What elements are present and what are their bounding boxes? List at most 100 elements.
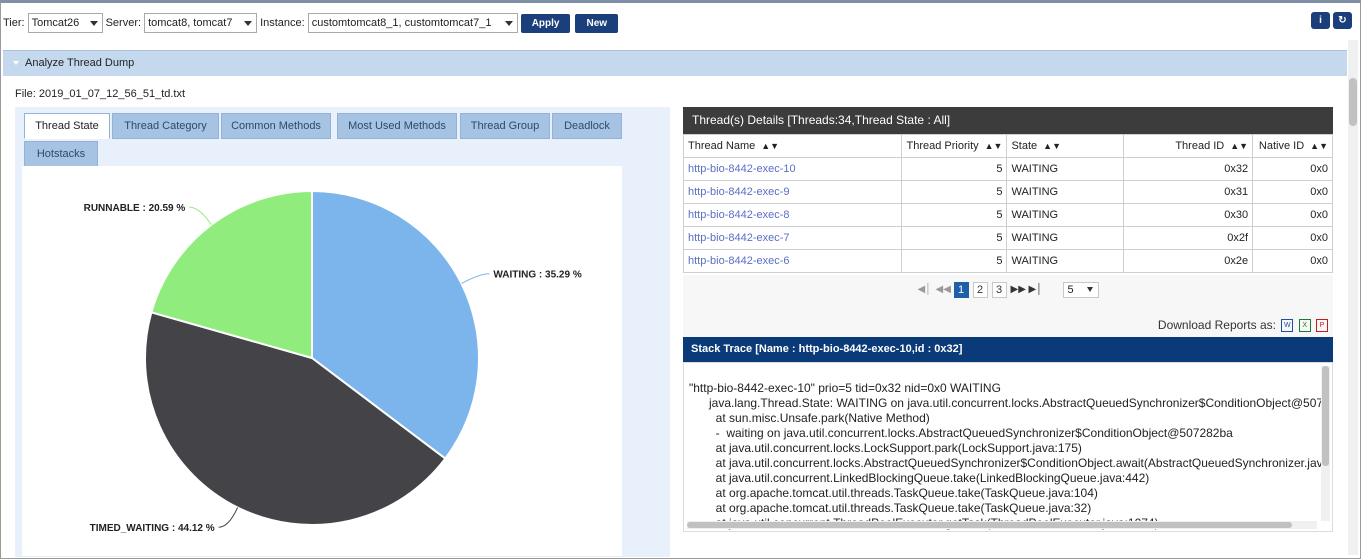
sort-icon[interactable]: ▲▼ [1310,141,1328,151]
column-header[interactable]: State ▲▼ [1006,134,1125,158]
thread-id: 0x31 [1123,180,1254,204]
server-select[interactable]: tomcat8, tomcat7 [144,13,258,33]
chevron-down-icon [244,21,253,26]
thread-details-title: Thread(s) Details [Threads:34,Thread Sta… [683,107,1333,134]
stack-trace-hscroll-thumb[interactable] [687,522,1292,528]
chevron-down-icon [89,21,98,26]
thread-id: 0x32 [1123,157,1254,181]
column-header-label: Native ID [1258,140,1305,152]
pie-data-label: WAITING : 35.29 % [493,270,581,281]
sort-icon[interactable]: ▲▼ [761,141,779,151]
tab-most-used-methods[interactable]: Most Used Methods [337,113,457,139]
thread-id: 0x30 [1123,203,1254,227]
first-page-icon[interactable]: ◀│ [918,282,932,298]
native-id: 0x0 [1252,157,1333,181]
page-scrollbar-thumb[interactable] [1349,78,1357,126]
refresh-icon[interactable]: ↻ [1333,12,1352,29]
stack-trace-text: "http-bio-8442-exec-10" prio=5 tid=0x32 … [689,381,1324,531]
stack-trace-line: at org.apache.tomcat.util.threads.TaskQu… [689,486,1098,500]
word-export-icon[interactable]: W [1281,319,1294,333]
instance-label: Instance: [260,17,305,29]
column-header-label: Thread Name [688,140,756,152]
table-row[interactable]: http-bio-8442-exec-7 5 WAITING 0x2f 0x0 [683,226,1333,250]
table-row[interactable]: http-bio-8442-exec-6 5 WAITING 0x2e 0x0 [683,249,1333,273]
page-scrollbar[interactable] [1348,40,1358,555]
native-id: 0x0 [1252,249,1333,273]
page-button-3[interactable]: 3 [991,282,1007,298]
thread-name-link[interactable]: http-bio-8442-exec-6 [683,249,902,273]
thread-priority: 5 [900,249,1008,273]
thread-priority: 5 [900,180,1008,204]
stack-trace-line: - waiting on java.util.concurrent.locks.… [689,426,1233,440]
thread-state-pie-chart: WAITING : 35.29 % TIMED_WAITING : 44.12 %… [22,166,622,556]
stack-trace-box[interactable]: "http-bio-8442-exec-10" prio=5 tid=0x32 … [683,362,1333,532]
sort-icon[interactable]: ▲▼ [1230,141,1248,151]
thread-state: WAITING [1006,226,1125,250]
thread-name-link[interactable]: http-bio-8442-exec-7 [683,226,902,250]
stack-trace-line: at java.util.concurrent.LinkedBlockingQu… [689,471,1150,485]
download-label: Download Reports as: [1157,318,1276,332]
panel-title: Analyze Thread Dump [25,57,135,69]
column-header[interactable]: Thread Name ▲▼ [683,134,902,158]
chevron-down-icon [1086,287,1093,292]
thread-priority: 5 [900,157,1008,181]
tab-common-methods[interactable]: Common Methods [221,113,331,139]
page-button-2[interactable]: 2 [972,282,988,298]
server-select-value: tomcat8, tomcat7 [148,17,233,29]
page-size-select[interactable]: 5 [1062,282,1099,298]
stack-trace-line: at org.apache.tomcat.util.threads.TaskQu… [689,501,1092,515]
thread-name-link[interactable]: http-bio-8442-exec-8 [683,203,902,227]
apply-button[interactable]: Apply [520,13,571,33]
column-header-label: Thread ID [1175,140,1225,152]
page-size-value: 5 [1067,284,1074,296]
table-row[interactable]: http-bio-8442-exec-10 5 WAITING 0x32 0x0 [683,157,1333,181]
column-header[interactable]: Thread Priority ▲▼ [900,134,1008,158]
filter-toolbar: Tier: Tomcat26 Server: tomcat8, tomcat7 … [3,8,1348,38]
stack-trace-line: at java.util.concurrent.locks.AbstractQu… [689,456,1324,470]
pie-connector-line [189,206,212,226]
column-header-label: State [1011,140,1038,152]
instance-select[interactable]: customtomcat8_1, customtomcat7_1 [307,13,518,33]
stack-trace-vscroll[interactable] [1321,366,1330,521]
thread-name-link[interactable]: http-bio-8442-exec-9 [683,180,902,204]
stack-trace-vscroll-thumb[interactable] [1322,366,1329,466]
previous-page-icon[interactable]: ◀◀ [936,282,951,298]
analyze-panel-header[interactable]: Analyze Thread Dump [3,50,1347,76]
sort-icon[interactable]: ▲▼ [1043,141,1061,151]
page-button-1[interactable]: 1 [953,282,969,298]
pdf-export-icon[interactable]: P [1316,319,1328,333]
thread-details-panel: Thread(s) Details [Threads:34,Thread Sta… [683,107,1333,557]
pagination: ◀│ ◀◀ 1 2 3 ▶▶ ▶│ 5 [683,275,1333,313]
tab-thread-state[interactable]: Thread State [24,113,110,139]
tab-hotstacks[interactable]: Hotstacks [24,141,98,167]
thread-name-link[interactable]: http-bio-8442-exec-10 [683,157,902,181]
download-reports: Download Reports as: W X P [683,313,1333,337]
stack-trace-title: Stack Trace [Name : http-bio-8442-exec-1… [683,337,1333,362]
stack-trace-line: java.lang.Thread.State: WAITING on java.… [689,396,1324,410]
table-row[interactable]: http-bio-8442-exec-8 5 WAITING 0x30 0x0 [683,203,1333,227]
table-row[interactable]: http-bio-8442-exec-9 5 WAITING 0x31 0x0 [683,180,1333,204]
server-label: Server: [105,17,142,29]
last-page-icon[interactable]: ▶│ [1029,282,1043,298]
column-header[interactable]: Thread ID ▲▼ [1123,134,1254,158]
thread-id: 0x2f [1123,226,1254,250]
file-name: File: 2019_01_07_12_56_51_td.txt [15,88,186,100]
tab-thread-group[interactable]: Thread Group [460,113,550,139]
thread-state: WAITING [1006,180,1125,204]
new-button[interactable]: New [575,13,619,33]
stack-trace-hscroll[interactable] [687,521,1317,529]
pie-data-label: RUNNABLE : 20.59 % [84,203,186,214]
next-page-icon[interactable]: ▶▶ [1011,282,1026,298]
tab-deadlock[interactable]: Deadlock [552,113,622,139]
excel-export-icon[interactable]: X [1298,319,1311,333]
pie-data-label: TIMED_WAITING : 44.12 % [90,523,215,534]
collapse-icon[interactable] [13,61,19,66]
tier-select[interactable]: Tomcat26 [27,13,103,33]
thread-priority: 5 [900,203,1008,227]
thread-state: WAITING [1006,249,1125,273]
column-header[interactable]: Native ID ▲▼ [1252,134,1333,158]
info-icon[interactable]: i [1311,12,1330,29]
sort-icon[interactable]: ▲▼ [985,141,1003,151]
tab-thread-category[interactable]: Thread Category [112,113,219,139]
pie-connector-line [218,507,239,528]
